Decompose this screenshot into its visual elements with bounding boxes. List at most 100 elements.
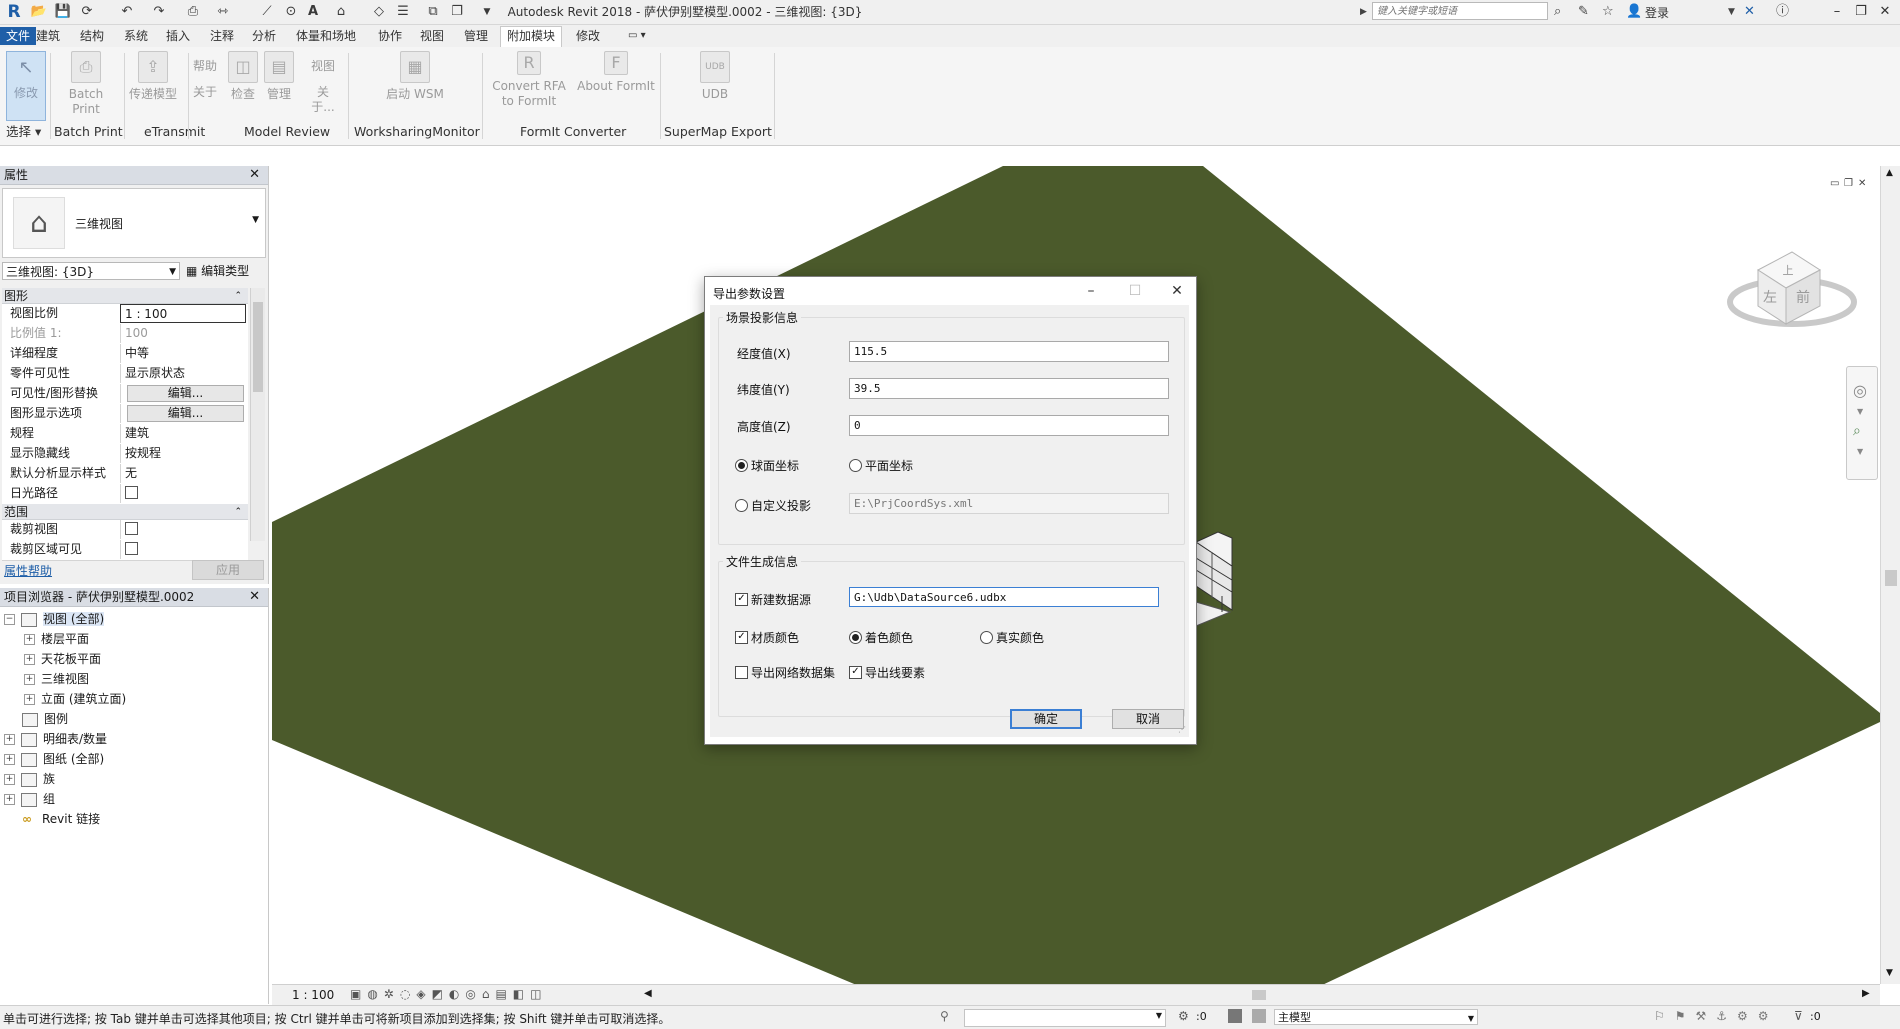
batch-print-button[interactable]: ⎙ Batch Print — [54, 51, 118, 117]
transmit-model-button[interactable]: ⇪ 传递模型 — [126, 51, 180, 102]
expand-toggle-icon[interactable]: + — [24, 654, 35, 665]
analysis-style-value[interactable]: 无 — [120, 464, 246, 483]
expand-toggle-icon[interactable]: + — [4, 794, 15, 805]
expand-toggle-icon[interactable]: + — [4, 734, 15, 745]
crop-region-visible-checkbox[interactable] — [125, 542, 138, 555]
vg-overrides-edit-button[interactable]: 编辑... — [127, 385, 244, 402]
search-input[interactable] — [1372, 2, 1548, 20]
expand-arrow-icon[interactable]: ▶ — [1360, 3, 1367, 21]
tab-manage[interactable]: 管理 — [458, 27, 494, 45]
resize-grip-icon[interactable]: ⋰ — [1178, 725, 1186, 734]
manage-button[interactable]: ▤ 管理 — [264, 51, 294, 102]
planar-coord-radio[interactable]: 平面坐标 — [849, 457, 913, 474]
scroll-thumb[interactable] — [253, 302, 263, 392]
close-icon[interactable]: ✕ — [249, 588, 260, 606]
design-options-icon[interactable] — [1228, 1009, 1242, 1023]
tree-node-sheets[interactable]: + 图纸 (全部) — [4, 750, 104, 768]
start-wsm-button[interactable]: ▦ 启动 WSM — [380, 51, 450, 102]
about-button[interactable]: 帮助 关于 — [190, 51, 220, 100]
tree-node-revit-links[interactable]: ∞ Revit 链接 — [22, 810, 100, 828]
checkbox-checked[interactable]: ✓ — [849, 666, 862, 679]
tree-node-elevations[interactable]: + 立面 (建筑立面) — [24, 690, 126, 708]
view-scale-input[interactable]: 1 : 100 — [120, 304, 246, 323]
editable-only-icon[interactable] — [1252, 1009, 1266, 1023]
detail-level-value[interactable]: 中等 — [120, 344, 246, 363]
binoculars-icon[interactable]: ⌕ — [1554, 3, 1561, 21]
tree-node-views[interactable]: − 视图 (全部) — [4, 610, 105, 628]
tab-collaborate[interactable]: 协作 — [372, 27, 408, 45]
design-option-dropdown[interactable]: 主模型 ▼ — [1274, 1009, 1478, 1025]
radio-unselected[interactable] — [980, 631, 993, 644]
filter-selection-icon[interactable]: ⚙ — [1178, 1009, 1189, 1023]
longitude-input[interactable] — [849, 341, 1169, 362]
radio-unselected[interactable] — [735, 499, 748, 512]
checkbox-checked[interactable]: ✓ — [735, 593, 748, 606]
altitude-input[interactable] — [849, 415, 1169, 436]
building-model[interactable] — [1194, 531, 1233, 627]
real-color-radio[interactable]: 真实颜色 — [980, 629, 1044, 646]
select-dropdown[interactable]: 选择 ▾ — [6, 124, 41, 140]
material-color-checkbox[interactable]: ✓ 材质颜色 — [735, 629, 799, 646]
minimize-window-icon[interactable]: – — [1826, 2, 1848, 22]
tab-massing-site[interactable]: 体量和场地 — [290, 27, 362, 45]
tree-node-groups[interactable]: + 组 — [4, 790, 55, 808]
steering-wheel-icon[interactable]: ◎ — [1853, 381, 1867, 400]
about-formit-button[interactable]: F About FormIt — [574, 51, 658, 94]
help-icon[interactable]: ⓘ — [1776, 3, 1789, 21]
custom-projection-radio[interactable]: 自定义投影 — [735, 497, 811, 514]
scroll-left-icon[interactable]: ◀ — [644, 988, 652, 999]
signin-dropdown-icon[interactable]: ▼ — [1728, 3, 1735, 21]
hidden-lines-value[interactable]: 按规程 — [120, 444, 246, 463]
view-scale-label[interactable]: 1 : 100 — [292, 988, 334, 1002]
view-restore-icon[interactable]: ❐ — [1844, 178, 1853, 189]
chevron-down-icon[interactable]: ▼ — [1857, 407, 1863, 416]
scroll-up-icon[interactable]: ▲ — [1886, 168, 1893, 178]
radio-selected[interactable] — [735, 459, 748, 472]
tab-analyze[interactable]: 分析 — [246, 27, 282, 45]
close-window-icon[interactable]: ✕ — [1874, 2, 1896, 22]
expand-toggle-icon[interactable]: + — [24, 694, 35, 705]
tree-node-legends[interactable]: 图例 — [22, 710, 68, 728]
view-minimize-icon[interactable]: ▭ — [1830, 178, 1839, 189]
group-extents[interactable]: 范围 ⌃ — [2, 504, 248, 520]
tab-view[interactable]: 视图 — [414, 27, 450, 45]
modify-button[interactable]: ↖ 修改 — [6, 51, 46, 121]
viewcube-left-label[interactable]: 左 — [1763, 290, 1777, 306]
checkbox-unchecked[interactable] — [735, 666, 748, 679]
workset-dropdown[interactable]: ▼ — [964, 1009, 1166, 1027]
close-icon[interactable]: ✕ — [249, 166, 260, 184]
tree-node-floor-plans[interactable]: + 楼层平面 — [24, 630, 89, 648]
user-icon[interactable]: 👤 — [1626, 3, 1642, 21]
parts-visibility-value[interactable]: 显示原状态 — [120, 364, 246, 383]
tab-annotate[interactable]: 注释 — [204, 27, 240, 45]
ok-button[interactable]: 确定 — [1010, 709, 1082, 729]
apply-button[interactable]: 应用 — [192, 560, 264, 580]
group-graphics[interactable]: 图形 ⌃ — [2, 288, 248, 304]
export-network-checkbox[interactable]: 导出网络数据集 — [735, 664, 835, 681]
checkbox-checked[interactable]: ✓ — [735, 631, 748, 644]
viewcube-front-label[interactable]: 前 — [1796, 289, 1810, 306]
graphic-display-edit-button[interactable]: 编辑... — [127, 405, 244, 422]
expand-toggle-icon[interactable]: + — [24, 634, 35, 645]
exchange-apps-icon[interactable]: ✕ — [1744, 3, 1755, 21]
vertical-scrollbar[interactable]: ▲ ▼ — [1880, 166, 1900, 984]
datasource-path-input[interactable] — [849, 587, 1159, 607]
tab-systems[interactable]: 系统 — [118, 27, 154, 45]
tab-structure[interactable]: 结构 — [74, 27, 110, 45]
horizontal-scroll-thumb[interactable] — [1252, 990, 1266, 1000]
scroll-thumb[interactable] — [1885, 570, 1897, 586]
subscription-icon[interactable]: ✎ — [1578, 3, 1589, 21]
properties-help-link[interactable]: 属性帮助 — [4, 562, 52, 579]
tree-node-schedules[interactable]: + 明细表/数量 — [4, 730, 107, 748]
tab-addins[interactable]: 附加模块 — [500, 26, 563, 48]
radio-unselected[interactable] — [849, 459, 862, 472]
restore-window-icon[interactable]: ❐ — [1850, 2, 1872, 22]
tree-node-ceiling-plans[interactable]: + 天花板平面 — [24, 650, 101, 668]
collapse-toggle-icon[interactable]: − — [4, 614, 15, 625]
zoom-region-icon[interactable]: ⌕ — [1853, 423, 1861, 439]
edit-type-button[interactable]: ▦ 编辑类型 — [186, 262, 249, 280]
about-view-button[interactable]: 视图 关于... — [308, 51, 338, 115]
instance-filter-dropdown[interactable]: 三维视图: {3D} ▼ — [2, 262, 180, 280]
discipline-value[interactable]: 建筑 — [120, 424, 246, 443]
spherical-coord-radio[interactable]: 球面坐标 — [735, 457, 799, 474]
